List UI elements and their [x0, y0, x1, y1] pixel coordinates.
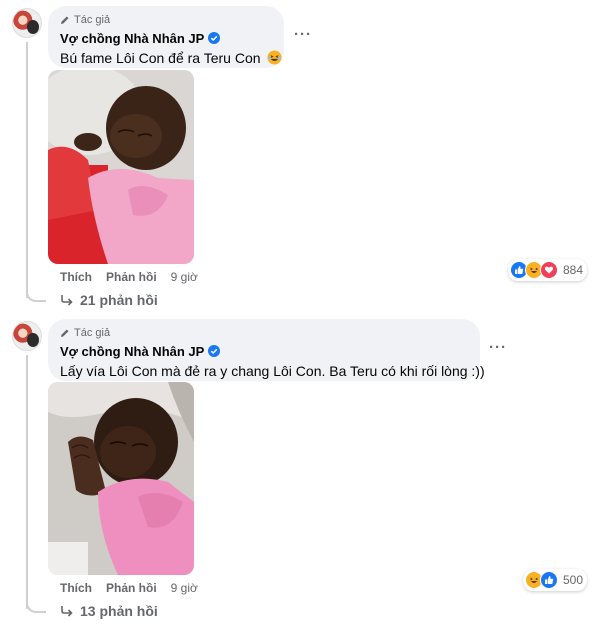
author-name-link[interactable]: Vợ chồng Nhà Nhân JP: [60, 344, 204, 359]
reactions-summary[interactable]: 500: [522, 569, 587, 591]
comment-bubble: Tác giả Vợ chồng Nhà Nhân JP Lấy vía Lôi…: [48, 319, 485, 381]
author-tag-label: Tác giả: [74, 327, 111, 339]
comment-text: Lấy vía Lôi Con mà đẻ ra y chang Lôi Con…: [60, 363, 485, 379]
thread-line: [26, 42, 28, 298]
comment-bubble: Tác giả Vợ chồng Nhà Nhân JP Bú fame Lôi…: [48, 6, 284, 68]
replies-count-label: 21 phản hồi: [80, 292, 158, 308]
replies-count-label: 13 phản hồi: [80, 603, 158, 619]
thread-curve: [26, 599, 46, 613]
timestamp[interactable]: 9 giờ: [171, 270, 198, 284]
author-badge: Tác giả: [60, 326, 468, 340]
pencil-icon: [61, 16, 69, 24]
reaction-count: 884: [562, 263, 583, 277]
author-avatar[interactable]: [12, 8, 42, 38]
comment-text: Bú fame Lôi Con để ra Teru Con: [60, 50, 261, 66]
verified-badge-icon: [208, 345, 221, 357]
author-tag-label: Tác giả: [74, 14, 111, 26]
reply-link[interactable]: Phản hồi: [106, 270, 157, 284]
laughing-emoji-icon: [267, 50, 282, 65]
reply-link[interactable]: Phản hồi: [106, 581, 157, 595]
like-link[interactable]: Thích: [60, 270, 92, 284]
thread-curve: [26, 288, 46, 302]
comment-photo[interactable]: [48, 382, 194, 575]
reply-arrow-icon: [61, 606, 73, 617]
more-options-icon[interactable]: ···: [291, 27, 315, 44]
comment-actions: Thích Phản hồi 9 giờ: [60, 581, 198, 595]
more-options-icon[interactable]: ···: [486, 340, 510, 357]
like-reaction-icon: [539, 571, 558, 589]
pencil-icon: [61, 329, 69, 337]
comment-actions: Thích Phản hồi 9 giờ: [60, 270, 198, 284]
author-name-link[interactable]: Vợ chồng Nhà Nhân JP: [60, 31, 204, 46]
reactions-summary[interactable]: 884: [507, 259, 587, 281]
like-link[interactable]: Thích: [60, 581, 92, 595]
author-avatar[interactable]: [12, 321, 42, 351]
love-reaction-icon: [539, 261, 558, 279]
reply-arrow-icon: [61, 295, 73, 306]
timestamp[interactable]: 9 giờ: [171, 581, 198, 595]
thread-line: [26, 355, 28, 609]
view-replies-link[interactable]: 13 phản hồi: [60, 603, 158, 619]
author-badge: Tác giả: [60, 13, 272, 27]
reaction-count: 500: [562, 573, 583, 587]
comment-photo[interactable]: [48, 70, 194, 264]
view-replies-link[interactable]: 21 phản hồi: [60, 292, 158, 308]
verified-badge-icon: [208, 32, 221, 44]
